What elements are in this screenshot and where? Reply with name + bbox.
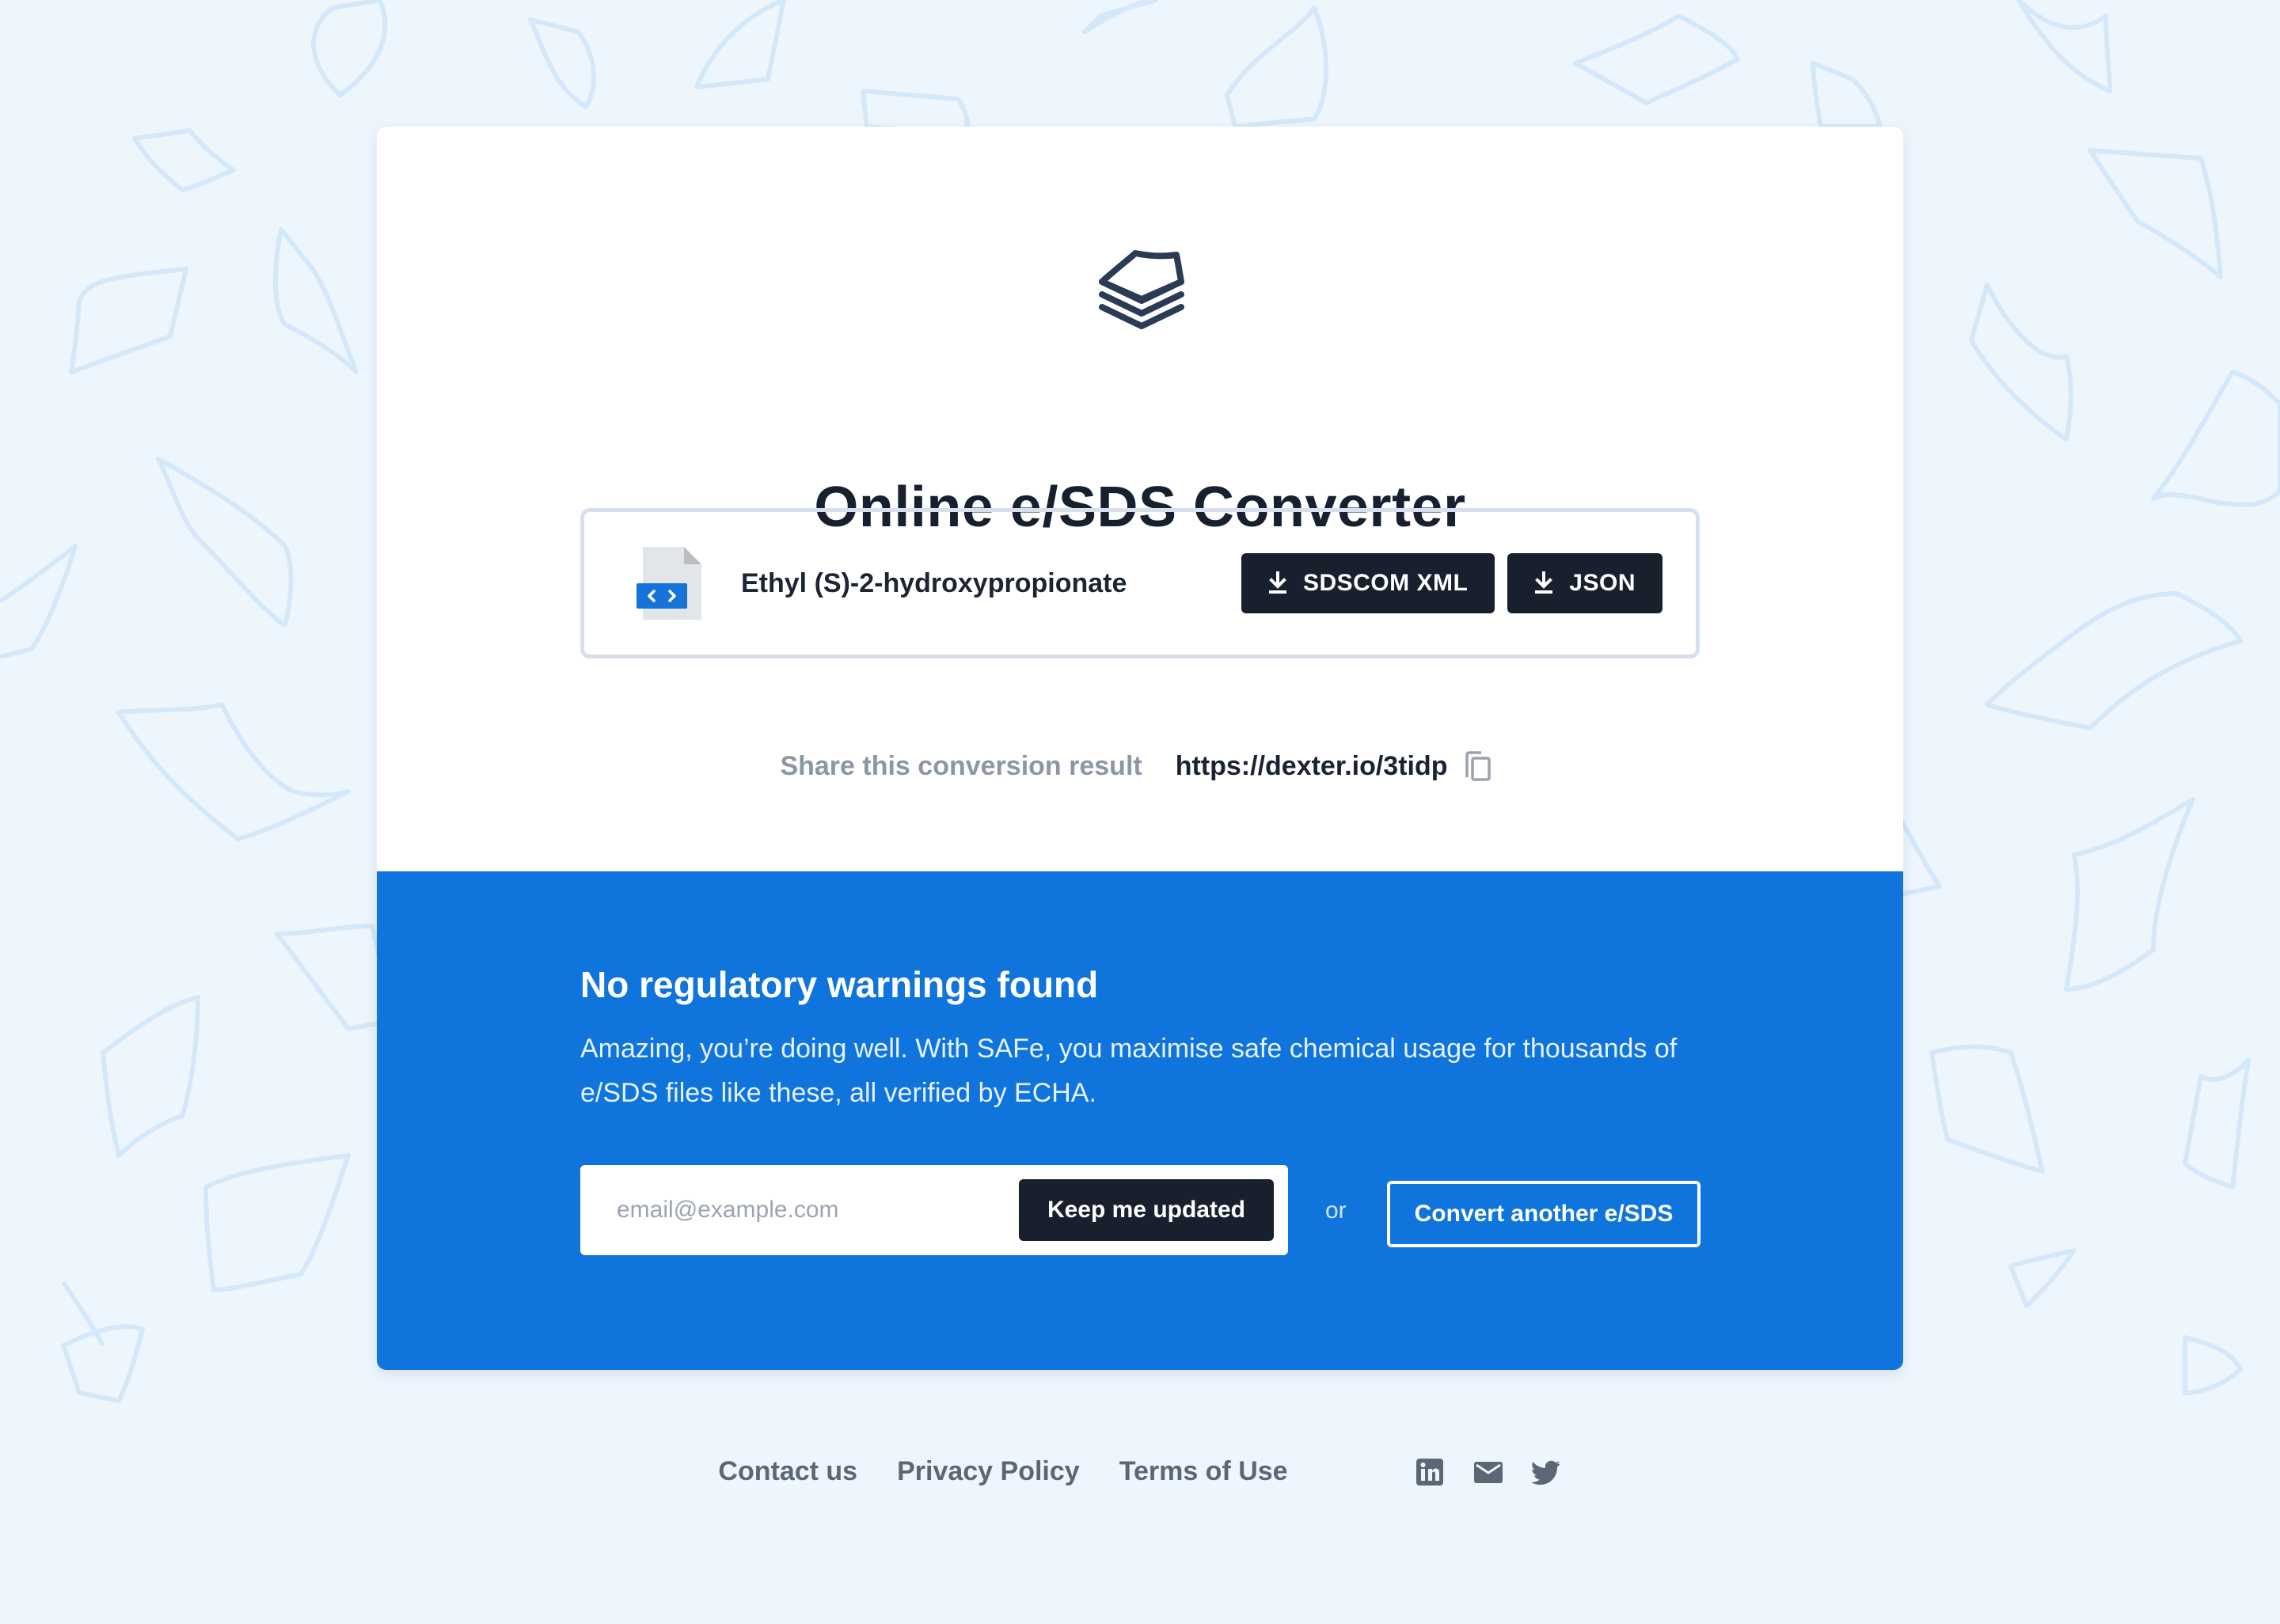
download-icon	[1268, 571, 1286, 594]
linkedin-icon[interactable]	[1415, 1457, 1445, 1487]
download-sdscom-xml-label: SDSCOM XML	[1302, 570, 1469, 596]
social-links	[1415, 1457, 1562, 1487]
layers-stack-icon	[1099, 250, 1184, 329]
email-input[interactable]	[617, 1197, 1019, 1224]
download-json-label: JSON	[1569, 570, 1636, 596]
twitter-icon[interactable]	[1531, 1457, 1562, 1487]
download-sdscom-xml-button[interactable]: SDSCOM XML	[1241, 553, 1495, 613]
or-separator: or	[1325, 1197, 1347, 1224]
status-description: Amazing, you’re doing well. With SAFe, y…	[580, 1034, 1678, 1108]
footer-link-privacy[interactable]: Privacy Policy	[897, 1456, 1080, 1487]
code-file-icon	[636, 547, 701, 620]
download-icon	[1535, 571, 1553, 594]
keep-me-updated-button[interactable]: Keep me updated	[1018, 1179, 1274, 1241]
convert-another-button[interactable]: Convert another e/SDS	[1387, 1181, 1700, 1247]
regulatory-status-panel: No regulatory warnings found Amazing, yo…	[377, 871, 1903, 1370]
footer: Contact us Privacy Policy Terms of Use	[0, 1456, 2280, 1487]
share-row: Share this conversion result https://dex…	[377, 750, 1903, 782]
file-name: Ethyl (S)-2-hydroxypropionate	[741, 567, 1127, 598]
status-heading: No regulatory warnings found	[580, 964, 1099, 1005]
copy-icon[interactable]	[1464, 750, 1492, 782]
mail-icon[interactable]	[1473, 1457, 1503, 1487]
footer-link-terms[interactable]: Terms of Use	[1119, 1456, 1288, 1487]
download-json-button[interactable]: JSON	[1507, 553, 1662, 613]
converter-result-panel: Online e/SDS Converter Ethyl (S)-2-hydro…	[377, 127, 1903, 871]
share-link[interactable]: https://dexter.io/3tidp	[1176, 751, 1448, 782]
share-label: Share this conversion result	[780, 750, 1142, 781]
converter-card: Online e/SDS Converter Ethyl (S)-2-hydro…	[377, 127, 1903, 1370]
converted-file-row: Ethyl (S)-2-hydroxypropionate SDSCOM XML…	[580, 508, 1700, 658]
subscribe-form: Keep me updated	[580, 1165, 1288, 1255]
footer-link-contact[interactable]: Contact us	[718, 1456, 857, 1487]
